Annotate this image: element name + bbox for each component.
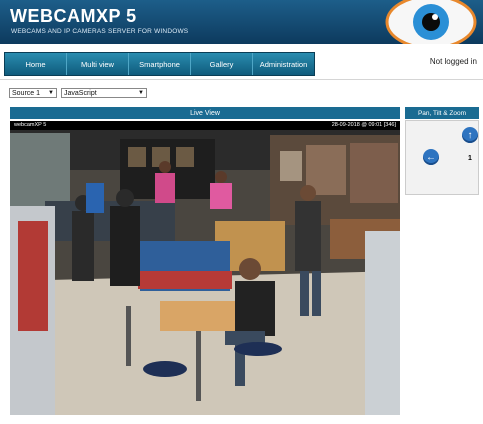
camera-frame-image bbox=[10, 121, 400, 415]
app-tagline: WEBCAMS AND IP CAMERAS SERVER FOR WINDOW… bbox=[11, 28, 189, 35]
arrow-left-icon: ← bbox=[426, 151, 436, 163]
pan-left-button[interactable]: ← bbox=[423, 149, 439, 165]
chevron-down-icon: ▼ bbox=[48, 90, 54, 96]
nav-smartphone[interactable]: Smartphone bbox=[129, 53, 191, 75]
nav-area: Home Multi view Smartphone Gallery Admin… bbox=[0, 44, 483, 80]
live-view-title: Live View bbox=[10, 107, 400, 119]
ptz-panel-title: Pan, Tilt & Zoom bbox=[405, 107, 479, 119]
source-select[interactable]: Source 1 ▼ bbox=[9, 88, 57, 98]
camera-datetime: 28-09-2018 @ 09:01 bbox=[331, 122, 383, 128]
player-select[interactable]: JavaScript ▼ bbox=[61, 88, 147, 98]
login-status: Not logged in bbox=[429, 57, 477, 66]
app-header: WEBCAMXP 5 WEBCAMS AND IP CAMERAS SERVER… bbox=[0, 0, 483, 44]
tilt-up-button[interactable]: ↑ bbox=[462, 127, 478, 143]
nav-divider bbox=[0, 79, 483, 80]
app-title: WEBCAMXP 5 bbox=[10, 6, 137, 26]
nav-multi-view[interactable]: Multi view bbox=[67, 53, 129, 75]
source-select-value: Source 1 bbox=[12, 89, 41, 97]
camera-feed[interactable]: webcamXP 5 28-09-2018 @ 09:01 [346] bbox=[10, 121, 400, 415]
nav-gallery[interactable]: Gallery bbox=[191, 53, 253, 75]
nav-home[interactable]: Home bbox=[5, 53, 67, 75]
arrow-up-icon: ↑ bbox=[467, 129, 473, 141]
chevron-down-icon: ▼ bbox=[138, 90, 144, 96]
ptz-step-value: 1 bbox=[468, 155, 472, 162]
camera-overlay-bar: webcamXP 5 28-09-2018 @ 09:01 [346] bbox=[10, 121, 400, 130]
nav-administration[interactable]: Administration bbox=[253, 53, 314, 75]
main-nav: Home Multi view Smartphone Gallery Admin… bbox=[4, 52, 315, 76]
frame-counter: [346] bbox=[383, 122, 396, 128]
player-select-value: JavaScript bbox=[64, 89, 97, 97]
eye-logo-icon bbox=[385, 0, 477, 44]
camera-timestamp: 28-09-2018 @ 09:01 [346] bbox=[332, 122, 396, 128]
camera-name: webcamXP 5 bbox=[14, 122, 47, 128]
